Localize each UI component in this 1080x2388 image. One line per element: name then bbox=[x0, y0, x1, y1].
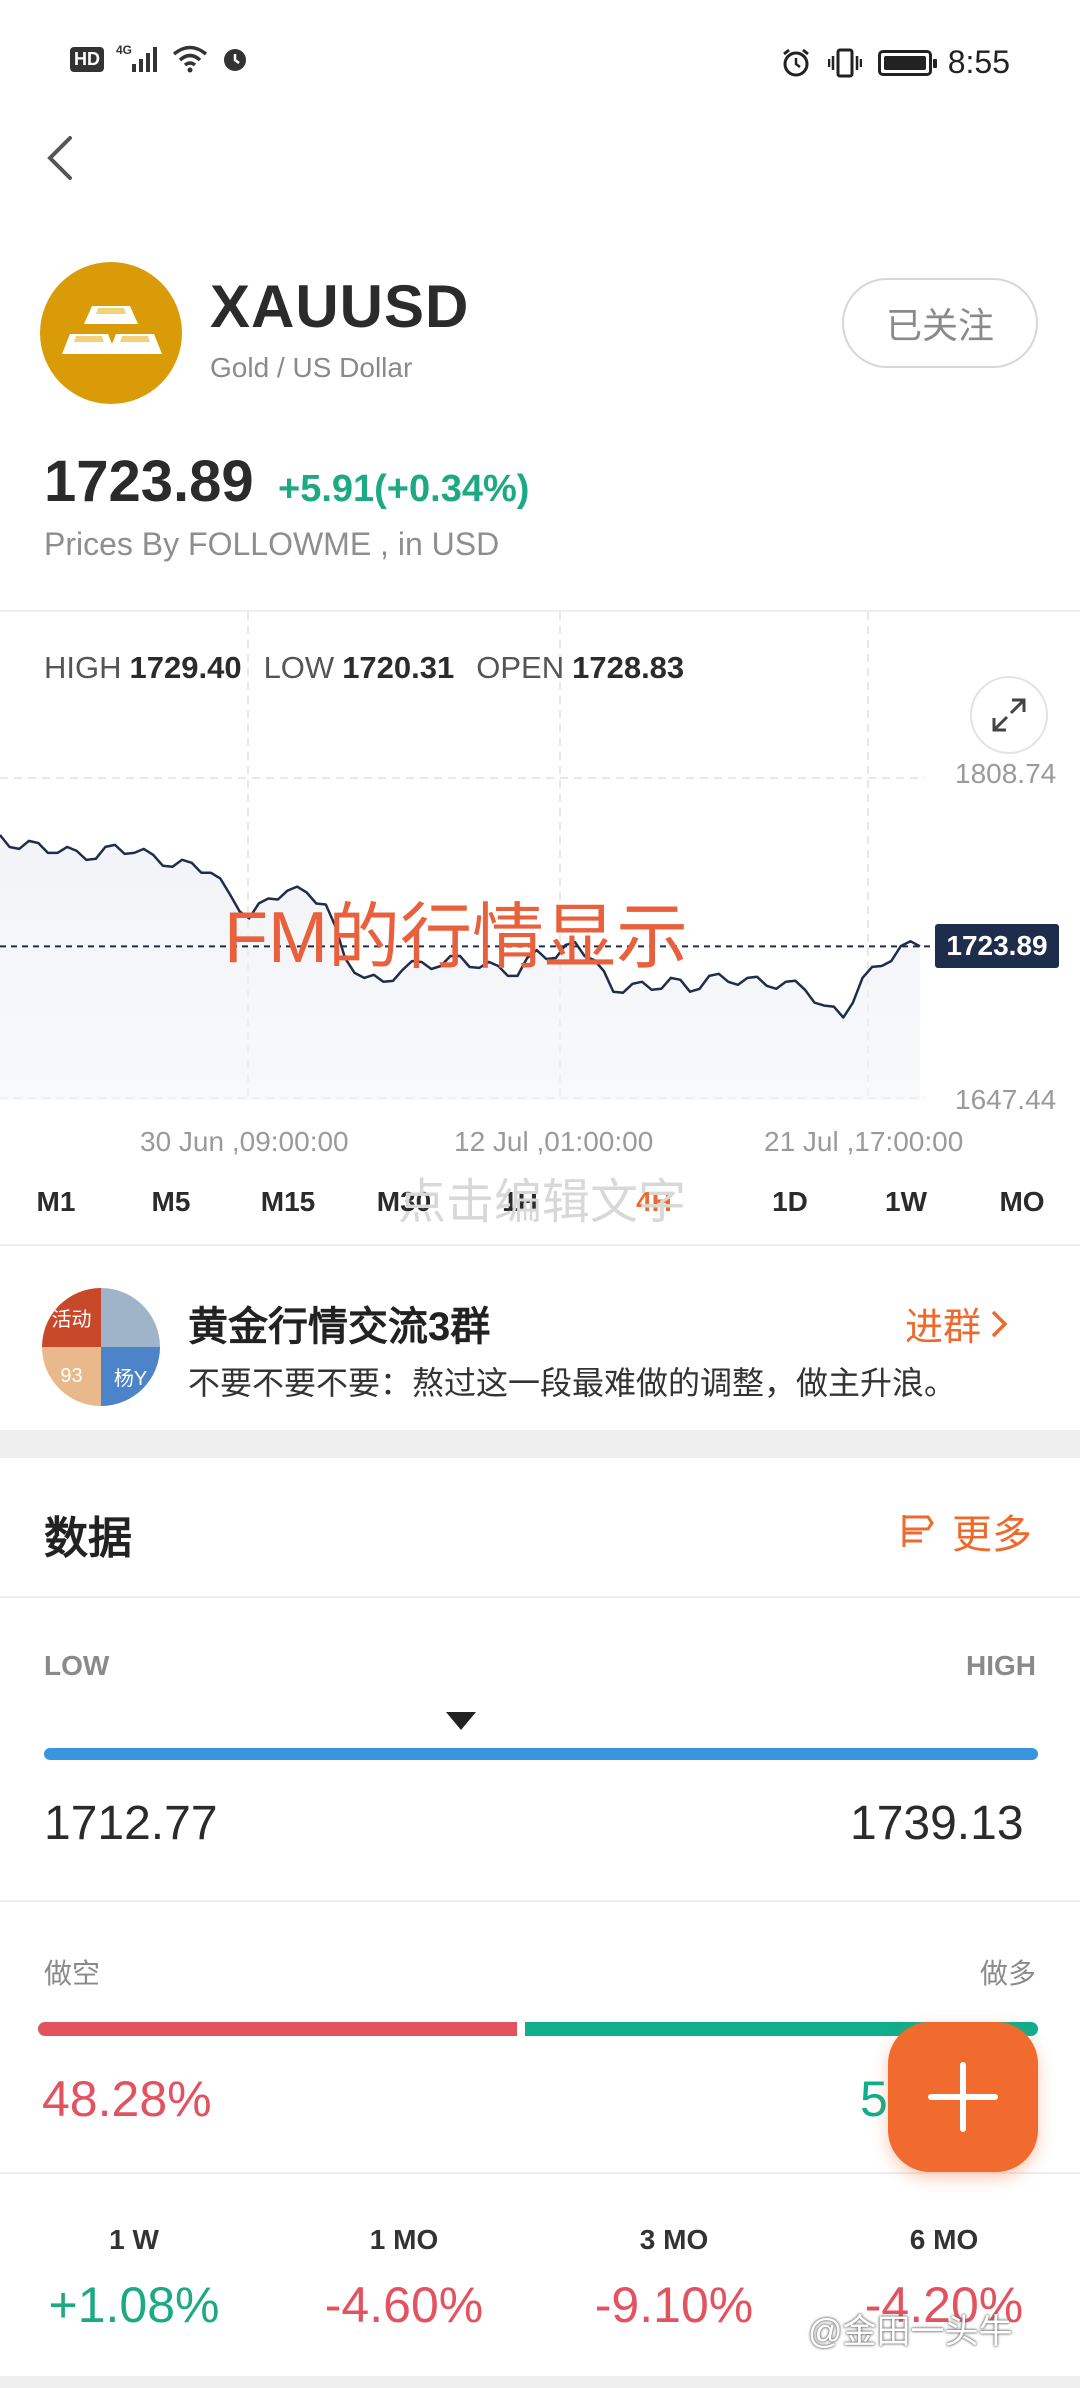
signal-icon: 4G bbox=[116, 44, 157, 72]
divider bbox=[0, 1900, 1080, 1902]
range-low-value: 1712.77 bbox=[44, 1797, 218, 1850]
data-section-title: 数据 bbox=[44, 1514, 132, 1563]
avatar-tile: 活动 bbox=[42, 1288, 101, 1347]
price-source: Prices By FOLLOWME , in USD bbox=[44, 526, 500, 562]
short-sentiment-bar bbox=[38, 2022, 517, 2036]
long-label: 做多 bbox=[980, 1958, 1037, 1989]
gold-bars-icon bbox=[62, 306, 162, 354]
tab-1w[interactable]: 1W bbox=[885, 1186, 927, 1218]
tab-m5[interactable]: M5 bbox=[152, 1186, 191, 1218]
low-value: 1720.31 bbox=[342, 650, 455, 685]
tab-m1[interactable]: M1 bbox=[37, 1186, 76, 1218]
bottom-strip bbox=[0, 2376, 1080, 2388]
price-change: +5.91(+0.34%) bbox=[278, 468, 530, 510]
avatar-tile: 杨Y bbox=[101, 1347, 160, 1406]
svg-text:4G: 4G bbox=[116, 44, 132, 57]
divider bbox=[0, 1596, 1080, 1598]
alarm-icon bbox=[224, 49, 246, 71]
range-low-label: LOW bbox=[44, 1650, 110, 1681]
performance-value: +1.08% bbox=[48, 2277, 220, 2333]
status-bar: HD 4G 8:55 bbox=[0, 0, 1080, 130]
range-high-label: HIGH bbox=[966, 1650, 1036, 1681]
wifi-icon bbox=[172, 45, 208, 73]
tab-mo[interactable]: MO bbox=[999, 1186, 1044, 1218]
y-axis-top: 1808.74 bbox=[955, 758, 1057, 789]
performance-value: -9.10% bbox=[594, 2277, 754, 2333]
performance-label: 1 W bbox=[109, 2224, 159, 2255]
avatar-tile bbox=[101, 1288, 160, 1347]
day-range-bar bbox=[44, 1748, 1038, 1760]
open-label: OPEN bbox=[476, 650, 565, 685]
plus-icon bbox=[928, 2062, 998, 2132]
expand-icon bbox=[992, 698, 1026, 732]
high-low-open: HIGH 1729.40 LOW 1720.31 OPEN 1728.83 bbox=[44, 650, 698, 686]
short-percentage: 48.28% bbox=[42, 2071, 212, 2127]
hd-badge: HD bbox=[70, 46, 104, 72]
x-axis-label: 12 Jul ,01:00:00 bbox=[454, 1126, 654, 1157]
x-axis-label: 30 Jun ,09:00:00 bbox=[140, 1126, 349, 1157]
group-avatar[interactable]: 活动 93 杨Y bbox=[42, 1288, 160, 1406]
short-label: 做空 bbox=[44, 1958, 101, 1989]
avatar-tile: 93 bbox=[42, 1347, 101, 1406]
range-high-value: 1739.13 bbox=[850, 1797, 1024, 1850]
high-label: HIGH bbox=[44, 650, 122, 685]
performance-value: -4.60% bbox=[324, 2277, 484, 2333]
status-left: HD 4G bbox=[70, 44, 250, 74]
status-right: 8:55 bbox=[780, 44, 1010, 81]
current-price-tag: 1723.89 bbox=[935, 924, 1059, 969]
performance-label: 6 MO bbox=[909, 2224, 979, 2255]
long-percentage: 5 bbox=[860, 2071, 888, 2127]
more-label: 更多 bbox=[952, 1513, 1032, 1557]
vibrate-icon bbox=[827, 48, 862, 77]
battery-icon bbox=[877, 49, 937, 76]
group-message: 不要不要不要：熬过这一段最难做的调整，做主升浪。 bbox=[188, 1365, 957, 1401]
tab-1d[interactable]: 1D bbox=[772, 1186, 808, 1218]
divider bbox=[0, 1244, 1080, 1246]
gold-logo bbox=[40, 262, 182, 404]
performance-label: 1 MO bbox=[369, 2224, 439, 2255]
open-value: 1728.83 bbox=[572, 650, 685, 685]
range-marker bbox=[446, 1712, 477, 1730]
high-value: 1729.40 bbox=[129, 650, 242, 685]
overlay-edit-text[interactable]: 点击编辑文字 bbox=[398, 1162, 686, 1232]
symbol-subtitle: Gold / US Dollar bbox=[210, 352, 413, 383]
divider bbox=[0, 2172, 1080, 2174]
join-group-link[interactable]: 进群 bbox=[905, 1296, 1009, 1351]
current-price: 1723.89 bbox=[44, 449, 254, 514]
section-gap bbox=[0, 1430, 1080, 1458]
low-label: LOW bbox=[263, 650, 335, 685]
clock: 8:55 bbox=[947, 44, 1010, 80]
expand-button[interactable] bbox=[970, 676, 1048, 754]
overlay-title: FM的行情显示 bbox=[224, 898, 688, 978]
back-arrow-icon[interactable] bbox=[40, 130, 80, 186]
performance-label: 3 MO bbox=[639, 2224, 709, 2255]
y-axis-bottom: 1647.44 bbox=[955, 1084, 1057, 1115]
list-icon bbox=[902, 1515, 934, 1547]
follow-button[interactable]: 已关注 bbox=[842, 278, 1038, 368]
alarm-clock-icon bbox=[782, 48, 809, 76]
chevron-right-icon bbox=[991, 1310, 1008, 1337]
x-axis-label: 21 Jul ,17:00:00 bbox=[764, 1126, 964, 1157]
group-title[interactable]: 黄金行情交流3群 bbox=[188, 1294, 490, 1352]
tab-m15[interactable]: M15 bbox=[261, 1186, 315, 1218]
join-label: 进群 bbox=[905, 1307, 982, 1349]
watermark-credit: @金田一头牛 bbox=[808, 2313, 1013, 2351]
symbol-title: XAUUSD bbox=[210, 273, 470, 340]
more-link[interactable]: 更多 bbox=[898, 1502, 1032, 1560]
add-fab-button[interactable] bbox=[888, 2022, 1038, 2172]
